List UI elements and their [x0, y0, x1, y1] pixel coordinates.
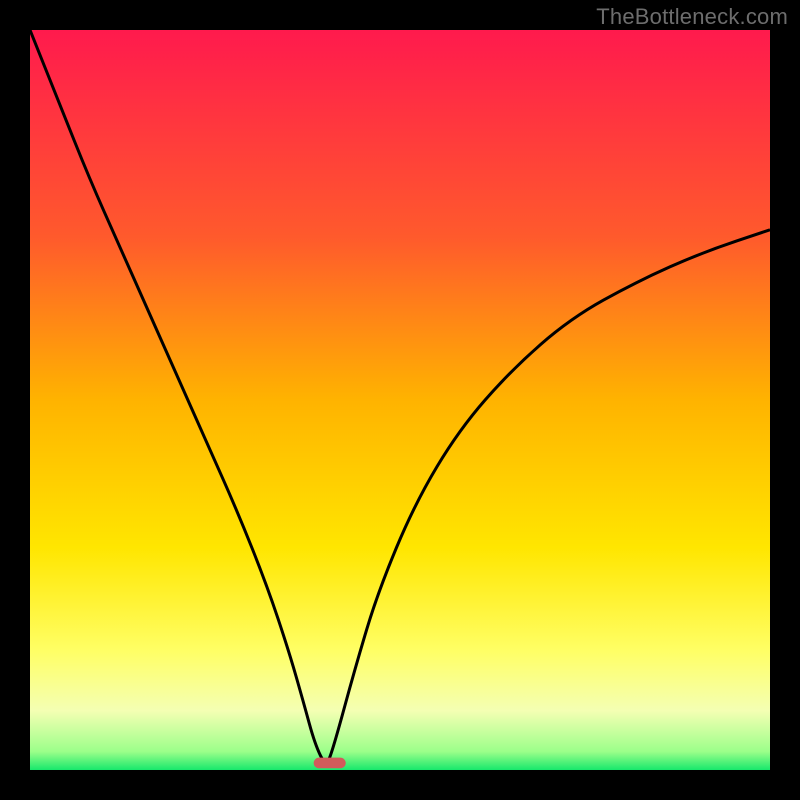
plot-area: [30, 30, 770, 770]
optimal-point-marker: [314, 758, 345, 768]
gradient-background: [30, 30, 770, 770]
outer-frame: TheBottleneck.com: [0, 0, 800, 800]
attribution-text: TheBottleneck.com: [596, 4, 788, 30]
chart-svg: [30, 30, 770, 770]
